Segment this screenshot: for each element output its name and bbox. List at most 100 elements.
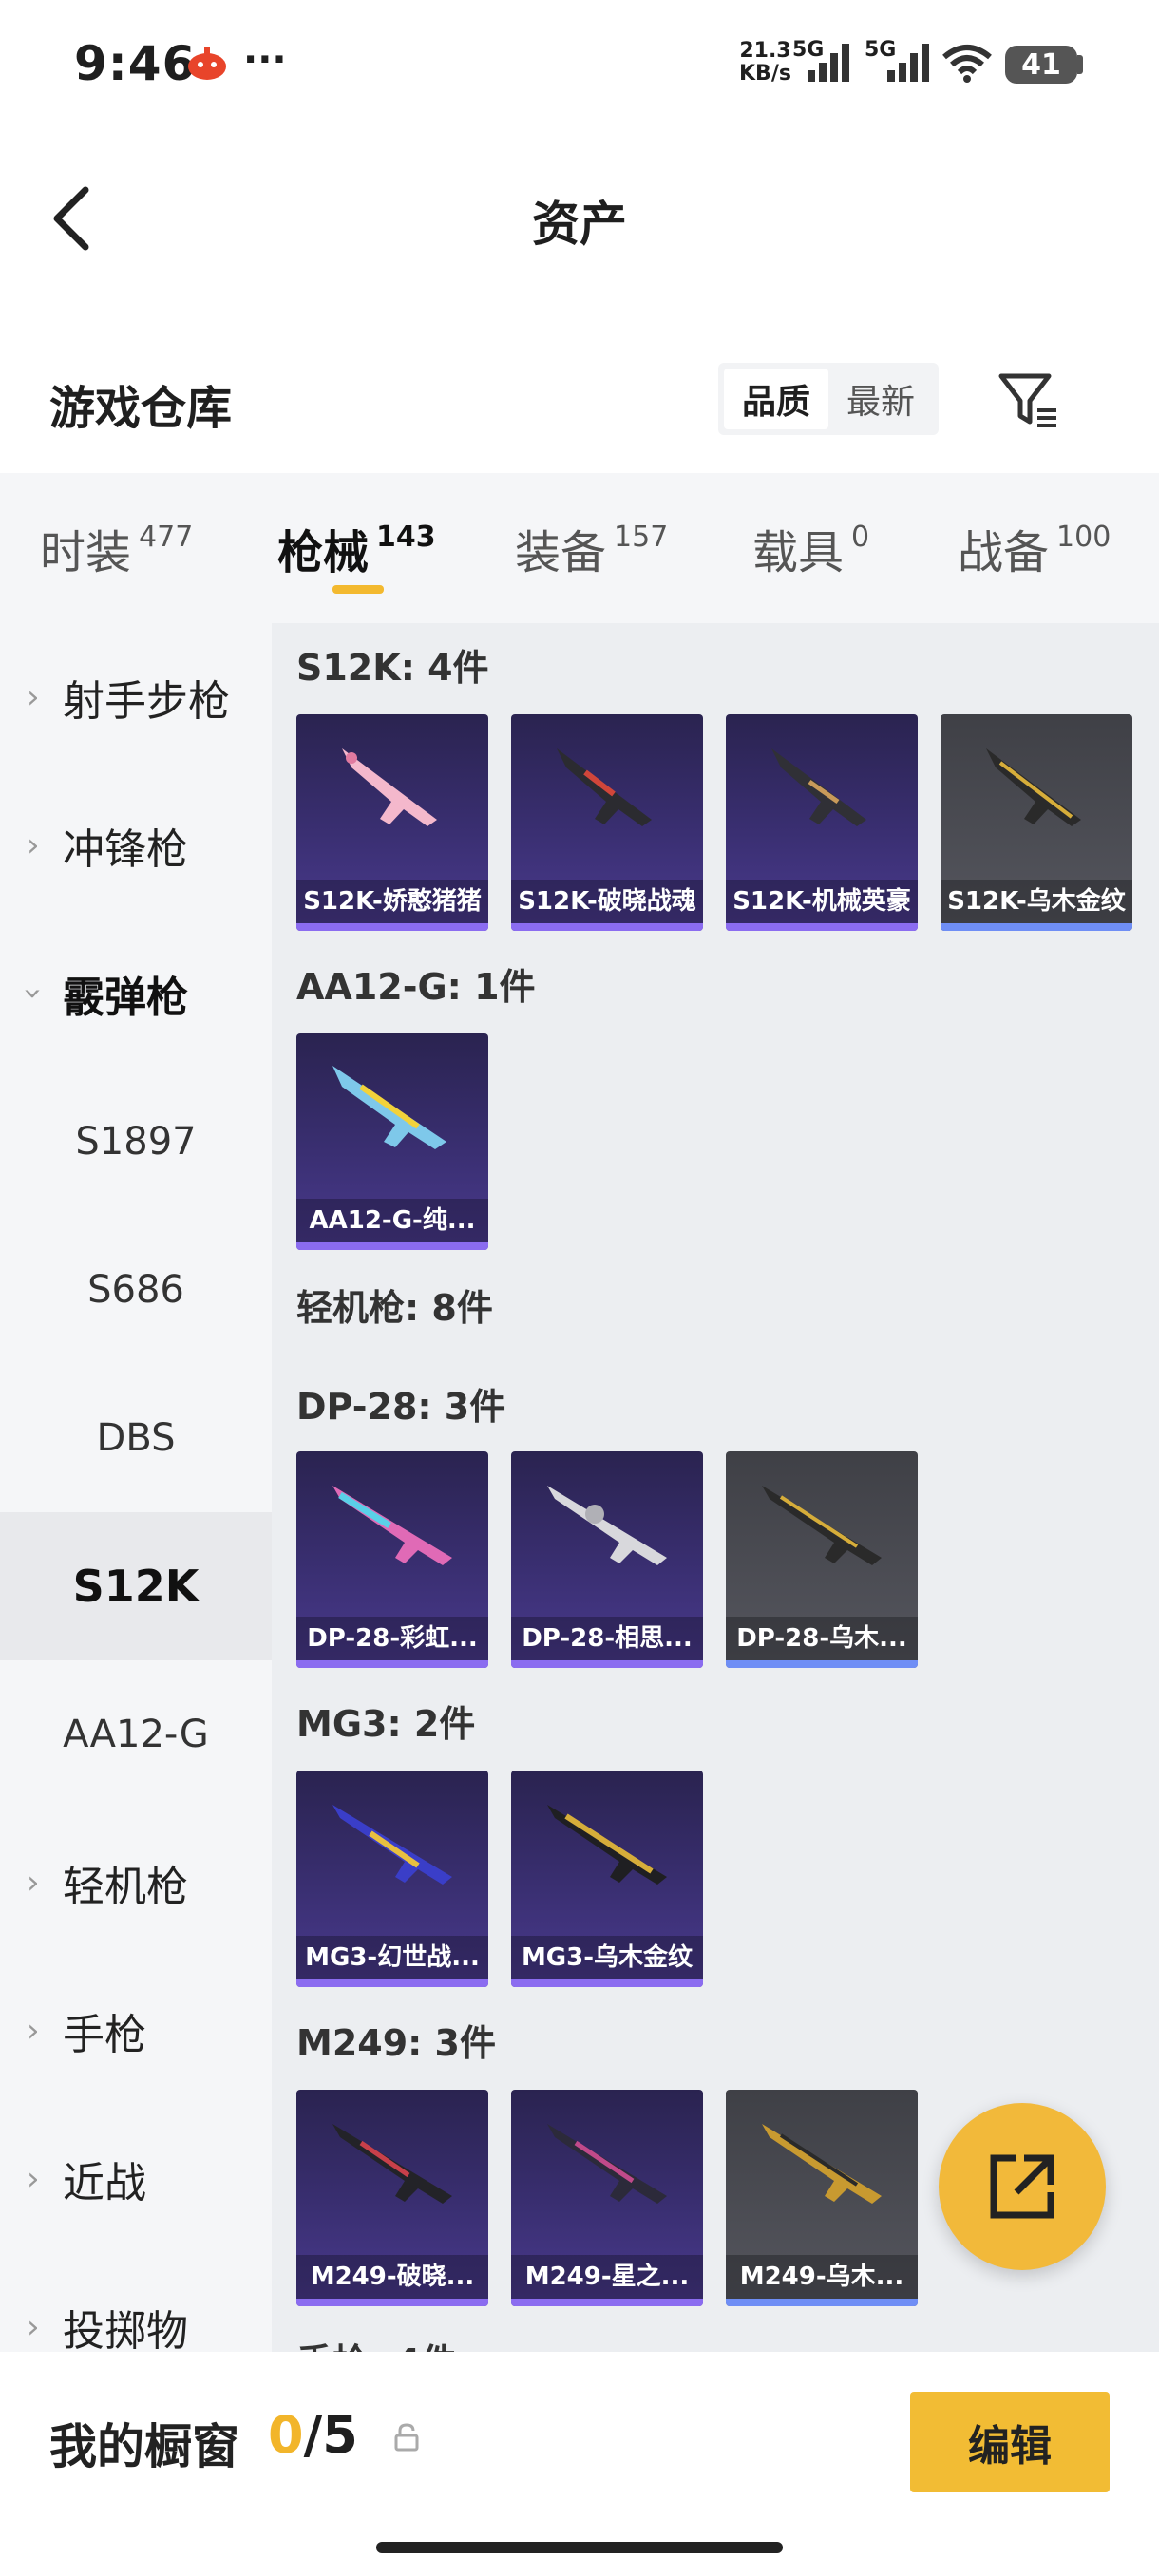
- tab-count: 477: [139, 521, 194, 554]
- rarity-bar: [511, 923, 703, 931]
- tab-vehicles[interactable]: 载具 0: [752, 515, 869, 581]
- tab-firearms[interactable]: 枪械 143: [277, 515, 436, 581]
- sidebar-item-s12k[interactable]: S12K: [0, 1512, 272, 1660]
- lmg-skin-icon: [332, 2124, 452, 2204]
- tab-label: 载具: [752, 526, 845, 579]
- rarity-bar: [296, 2299, 488, 2306]
- rarity-bar: [296, 1979, 488, 1987]
- weapon-card[interactable]: S12K-娇憨猪猪: [296, 714, 488, 931]
- weapon-card[interactable]: MG3-幻世战...: [296, 1771, 488, 1987]
- sidebar-item-label: 手枪: [63, 2011, 146, 2059]
- weapon-card[interactable]: AA12-G-纯...: [296, 1033, 488, 1250]
- chevron-right-icon: ›: [27, 2160, 40, 2198]
- weapon-card[interactable]: MG3-乌木金纹: [511, 1771, 703, 1987]
- page-title: 资产: [532, 197, 627, 252]
- sort-latest-button[interactable]: 最新: [828, 369, 933, 429]
- sort-toggle: 品质 最新: [718, 363, 939, 435]
- chevron-right-icon: ›: [27, 2012, 40, 2050]
- wifi-icon: [942, 45, 992, 83]
- status-bar: 9:46 ··· 21.3 KB/s 5G 5G 41: [0, 0, 1159, 133]
- sidebar-item-s1897[interactable]: S1897: [0, 1068, 272, 1216]
- sidebar-item-label: 近战: [63, 2159, 146, 2207]
- share-external-icon: [990, 2154, 1054, 2219]
- sidebar-item-melee[interactable]: › 近战: [0, 2105, 272, 2253]
- weapon-name: S12K-乌木金纹: [940, 880, 1132, 923]
- app-notification-icon: [188, 47, 226, 80]
- sidebar-item-label: 轻机枪: [63, 1863, 188, 1911]
- rarity-bar: [296, 1242, 488, 1250]
- chevron-right-icon: ›: [27, 1864, 40, 1902]
- weapon-card[interactable]: DP-28-相思...: [511, 1451, 703, 1668]
- lmg-skin-icon: [762, 2124, 882, 2204]
- showcase-count: 0/5: [268, 2405, 358, 2465]
- weapon-name: M249-破晓...: [296, 2255, 488, 2299]
- net-speed-unit: KB/s: [739, 62, 791, 85]
- sidebar-item-marksman-rifle[interactable]: › 射手步枪: [0, 623, 272, 771]
- weapon-name: S12K-娇憨猪猪: [296, 880, 488, 923]
- lmg-skin-icon: [547, 1486, 667, 1565]
- sidebar-item-pistol[interactable]: › 手枪: [0, 1957, 272, 2105]
- weapon-card[interactable]: M249-星之...: [511, 2090, 703, 2306]
- sidebar-item-shotgun[interactable]: › 霰弹枪: [0, 919, 272, 1068]
- sidebar-item-aa12g[interactable]: AA12-G: [0, 1660, 272, 1809]
- sidebar-item-label: 射手步枪: [63, 677, 230, 726]
- weapon-card[interactable]: S12K-乌木金纹: [940, 714, 1132, 931]
- showcase-total: /5: [303, 2405, 358, 2465]
- group-title: DP-28: 3件: [296, 1386, 506, 1428]
- shotgun-skin-icon: [342, 748, 437, 826]
- tab-combat-gear[interactable]: 战备 100: [958, 515, 1111, 581]
- lmg-skin-icon: [332, 1805, 452, 1885]
- edit-button[interactable]: 编辑: [910, 2392, 1110, 2492]
- shotgun-skin-icon: [771, 748, 866, 826]
- tab-label: 战备: [958, 526, 1050, 579]
- weapon-category-sidebar: › 射手步枪 › 冲锋枪 › 霰弹枪 S1897 S686 DBS S12K AA12…: [0, 623, 272, 2352]
- shotgun-skin-icon: [332, 1066, 446, 1149]
- battery-icon: 41: [1005, 46, 1077, 84]
- lock-icon: [394, 2423, 419, 2452]
- tab-count: 100: [1056, 521, 1112, 554]
- showcase-label: 我的橱窗: [49, 2419, 239, 2474]
- group-title: 轻机枪: 8件: [296, 1287, 493, 1329]
- sidebar-item-label: DBS: [96, 1416, 176, 1460]
- weapon-card[interactable]: DP-28-乌木...: [726, 1451, 918, 1668]
- sidebar-item-lmg[interactable]: › 轻机枪: [0, 1809, 272, 1957]
- sidebar-item-label: 冲锋枪: [63, 825, 188, 874]
- weapon-name: AA12-G-纯...: [296, 1199, 488, 1242]
- sidebar-item-s686[interactable]: S686: [0, 1216, 272, 1364]
- sidebar-item-label: S1897: [75, 1120, 197, 1164]
- rarity-bar: [296, 923, 488, 931]
- weapon-card[interactable]: M249-乌木...: [726, 2090, 918, 2306]
- sort-quality-button[interactable]: 品质: [724, 369, 828, 429]
- status-time: 9:46: [74, 36, 197, 91]
- lmg-skin-icon: [547, 1805, 667, 1885]
- sidebar-item-dbs[interactable]: DBS: [0, 1364, 272, 1512]
- rarity-bar: [726, 2299, 918, 2306]
- weapon-card[interactable]: S12K-机械英豪: [726, 714, 918, 931]
- weapon-name: DP-28-彩虹...: [296, 1617, 488, 1660]
- weapon-name: MG3-乌木金纹: [511, 1936, 703, 1979]
- weapon-card[interactable]: M249-破晓...: [296, 2090, 488, 2306]
- share-fab-button[interactable]: [939, 2103, 1106, 2270]
- tab-fashion[interactable]: 时装 477: [40, 515, 193, 581]
- filter-icon[interactable]: [996, 361, 1062, 437]
- rarity-bar: [726, 1660, 918, 1668]
- group-title: MG3: 2件: [296, 1703, 476, 1745]
- weapon-card[interactable]: S12K-破晓战魂: [511, 714, 703, 931]
- weapon-name: M249-乌木...: [726, 2255, 918, 2299]
- sidebar-item-smg[interactable]: › 冲锋枪: [0, 771, 272, 919]
- weapon-name: DP-28-乌木...: [726, 1617, 918, 1660]
- battery-tip: [1077, 55, 1083, 74]
- group-title: 手枪: 4件: [296, 2333, 457, 2352]
- weapon-grid: S12K: 4件 S12K-娇憨猪猪 S12K-破晓战魂 S12K-机械英豪 S…: [272, 623, 1159, 2352]
- showcase-current: 0: [268, 2405, 304, 2465]
- group-title: AA12-G: 1件: [296, 966, 536, 1008]
- weapon-name: DP-28-相思...: [511, 1617, 703, 1660]
- tab-count: 157: [614, 521, 669, 554]
- rarity-bar: [511, 1660, 703, 1668]
- weapon-card[interactable]: DP-28-彩虹...: [296, 1451, 488, 1668]
- sidebar-item-label: 投掷物: [63, 2307, 188, 2352]
- net-speed: 21.3 KB/s: [739, 40, 791, 85]
- sidebar-item-throwable[interactable]: › 投掷物: [0, 2253, 272, 2352]
- rarity-bar: [511, 1979, 703, 1987]
- tab-equipment[interactable]: 装备 157: [515, 515, 668, 581]
